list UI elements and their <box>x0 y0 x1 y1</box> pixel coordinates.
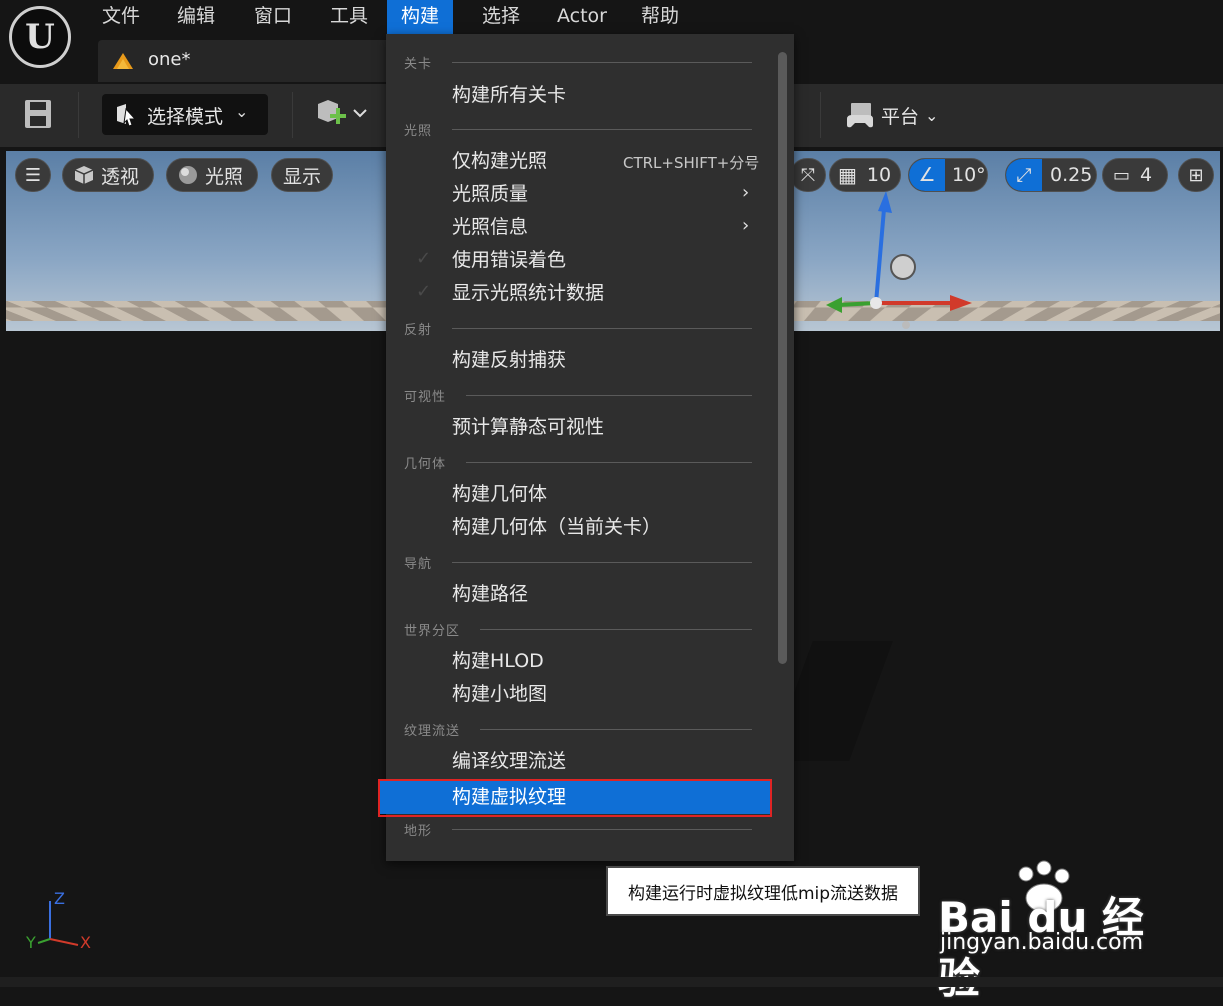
section-header: 反射 <box>404 323 433 338</box>
section-header: 几何体 <box>404 457 447 472</box>
show-button[interactable]: 显示 <box>271 158 333 192</box>
menu-tools[interactable]: 工具 <box>316 0 382 34</box>
surface-snap-icon: ⤧ <box>800 164 816 186</box>
menu-help[interactable]: 帮助 <box>627 0 693 34</box>
scale-snap-value: 0.25 <box>1050 164 1093 186</box>
save-icon[interactable] <box>24 99 52 129</box>
toolbar-separator <box>292 92 293 138</box>
chevron-right-icon: › <box>742 215 750 236</box>
menu-item-precompute-static-visibility[interactable]: 预计算静态可视性 <box>452 412 604 442</box>
menu-item-show-lighting-stats[interactable]: 显示光照统计数据 <box>452 278 604 308</box>
checkmark-icon: ✓ <box>416 248 432 269</box>
platform-button[interactable]: 平台 ⌄ <box>845 98 938 132</box>
unreal-logo[interactable]: U <box>9 6 71 68</box>
menu-scrollbar[interactable] <box>778 52 787 664</box>
menu-item-build-all-levels[interactable]: 构建所有关卡 <box>452 80 566 110</box>
menu-window[interactable]: 窗口 <box>240 0 306 34</box>
hamburger-icon: ☰ <box>24 164 42 186</box>
section-header: 纹理流送 <box>404 724 461 739</box>
chevron-down-icon: ⌄ <box>235 102 249 121</box>
cube-icon <box>74 166 94 184</box>
menu-file[interactable]: 文件 <box>88 0 154 34</box>
section-header: 可视性 <box>404 390 447 405</box>
build-menu-dropdown: 关卡 构建所有关卡 光照 仅构建光照 CTRL+SHIFT+分号 光照质量 › … <box>378 34 794 861</box>
menu-item-lighting-quality[interactable]: 光照质量 <box>452 179 528 209</box>
menu-edit[interactable]: 编辑 <box>163 0 229 34</box>
watermark-url: jingyan.baidu.com <box>940 930 1144 955</box>
checkmark-icon: ✓ <box>416 281 432 302</box>
lighting-mode-button[interactable]: 光照 <box>166 158 258 192</box>
menu-item-build-geometry-current-level[interactable]: 构建几何体（当前关卡） <box>452 512 661 542</box>
axis-x-label: X <box>80 933 91 952</box>
shortcut-text: CTRL+SHIFT+分号 <box>623 154 760 172</box>
section-header: 导航 <box>404 557 433 572</box>
lighting-sphere-icon <box>179 166 197 184</box>
angle-icon: ∠ <box>909 159 945 191</box>
viewport-layout-button[interactable]: ⊞ <box>1178 158 1214 192</box>
camera-speed-button[interactable]: ▭ 4 <box>1102 158 1168 192</box>
show-label: 显示 <box>282 165 321 188</box>
transform-gizmo[interactable] <box>826 191 986 331</box>
menu-bar: U 文件 编辑 窗口 工具 构建 选择 Actor 帮助 <box>0 0 1223 68</box>
axis-y-label: Y <box>26 933 36 952</box>
camera-speed-value: 4 <box>1140 164 1153 186</box>
baidu-watermark: Bai du 经验 jingyan.baidu.com <box>938 860 1168 1003</box>
menu-item-build-lighting-only[interactable]: 仅构建光照 <box>452 146 547 176</box>
section-header: 世界分区 <box>404 624 461 639</box>
axis-z-label: Z <box>54 889 65 908</box>
scale-snap-button[interactable]: ⤢ 0.25 <box>1005 158 1097 192</box>
menu-build[interactable]: 构建 <box>387 0 454 34</box>
menu-item-build-hlod[interactable]: 构建HLOD <box>452 646 544 676</box>
add-actor-icon <box>318 100 367 124</box>
scale-icon: ⤢ <box>1006 159 1042 191</box>
perspective-button[interactable]: 透视 <box>62 158 154 192</box>
status-bar <box>0 977 1223 987</box>
menu-item-build-geometry[interactable]: 构建几何体 <box>452 479 547 509</box>
menu-item-use-error-coloring[interactable]: 使用错误着色 <box>452 245 566 275</box>
platform-icon <box>847 103 873 128</box>
lighting-label: 光照 <box>205 165 244 188</box>
section-header: 关卡 <box>404 57 433 72</box>
menu-actor[interactable]: Actor <box>543 0 621 34</box>
surface-snap-button[interactable]: ⤧ <box>790 158 826 192</box>
grid-icon: ▦ <box>838 163 857 187</box>
level-tab-title: one* <box>148 49 191 70</box>
menu-select[interactable]: 选择 <box>468 0 534 34</box>
toolbar-separator <box>820 92 821 138</box>
menu-item-build-minimap[interactable]: 构建小地图 <box>452 679 547 709</box>
red-highlight-box <box>378 779 772 817</box>
section-header: 地形 <box>404 824 433 839</box>
grid-snap-value: 10 <box>866 164 892 186</box>
grid-snap-button[interactable]: ▦ 10 <box>829 158 901 192</box>
chevron-right-icon: › <box>742 182 750 203</box>
tooltip: 构建运行时虚拟纹理低mip流送数据 <box>606 866 920 916</box>
perspective-label: 透视 <box>101 165 140 188</box>
viewport-options-button[interactable]: ☰ <box>15 158 51 192</box>
select-mode-button[interactable]: 选择模式 ⌄ <box>102 94 268 135</box>
menu-item-build-reflection-captures[interactable]: 构建反射捕获 <box>452 345 566 375</box>
select-mode-label: 选择模式 <box>147 106 224 128</box>
menu-item-compile-texture-streaming[interactable]: 编译纹理流送 <box>452 746 566 776</box>
select-mode-icon <box>117 104 137 127</box>
rotation-snap-button[interactable]: ∠ 10° <box>908 158 988 192</box>
add-content-button[interactable] <box>314 98 370 136</box>
menu-item-lighting-info[interactable]: 光照信息 <box>452 212 528 242</box>
toolbar-separator <box>78 92 79 138</box>
layout-grid-icon: ⊞ <box>1188 164 1204 186</box>
platform-label: 平台 <box>881 105 920 128</box>
level-icon <box>113 53 133 69</box>
rotation-snap-value: 10° <box>952 164 986 186</box>
level-tab[interactable]: one* <box>98 40 390 82</box>
menu-item-build-paths[interactable]: 构建路径 <box>452 579 528 609</box>
camera-icon: ▭ <box>1113 164 1131 186</box>
axis-indicator <box>37 901 79 946</box>
section-header: 光照 <box>404 124 433 139</box>
chevron-down-icon: ⌄ <box>925 105 939 125</box>
